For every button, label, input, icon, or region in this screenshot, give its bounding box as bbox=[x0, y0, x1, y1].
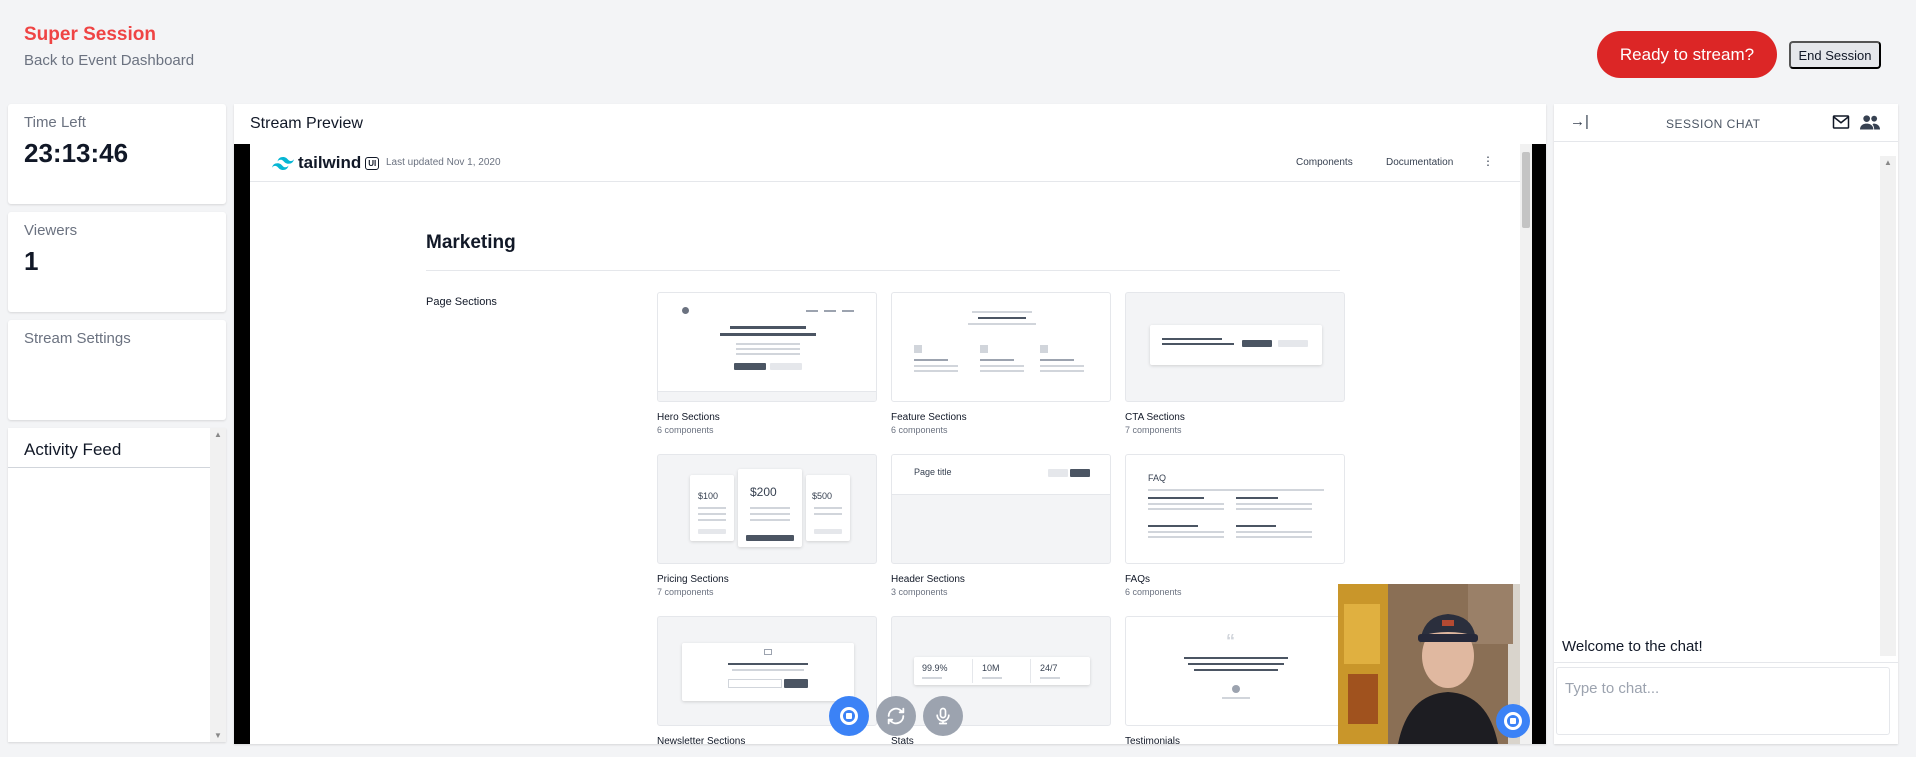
viewers-value: 1 bbox=[24, 246, 39, 276]
header-thumb: Page title bbox=[891, 454, 1111, 564]
stat-value: 10M bbox=[982, 663, 1000, 673]
header: Super Session Back to Event Dashboard Re… bbox=[0, 0, 1916, 100]
component-name: Testimonials bbox=[1125, 736, 1181, 744]
nav-link-documentation: Documentation bbox=[1386, 157, 1454, 168]
component-count: 7 components bbox=[657, 587, 714, 597]
stop-button[interactable] bbox=[829, 696, 869, 736]
component-name: FAQs bbox=[1125, 574, 1151, 585]
component-name: Newsletter Sections bbox=[657, 736, 746, 744]
mail-icon[interactable] bbox=[1832, 114, 1850, 130]
marketing-heading: Marketing bbox=[426, 232, 516, 253]
stop-icon bbox=[1504, 712, 1522, 730]
heading-divider bbox=[426, 270, 1340, 271]
activity-divider bbox=[8, 467, 210, 468]
switch-camera-button[interactable] bbox=[876, 696, 916, 736]
stat-value: 24/7 bbox=[1040, 663, 1058, 673]
webcam-stop-button[interactable] bbox=[1496, 704, 1530, 738]
header-thumb-title: Page title bbox=[914, 467, 952, 477]
pricing-label: $500 bbox=[812, 491, 833, 501]
tailwind-ui-badge: UI bbox=[365, 156, 380, 170]
stream-video: tailwind UI Last updated Nov 1, 2020 Com… bbox=[234, 144, 1546, 744]
tailwind-wave-icon bbox=[272, 156, 294, 170]
component-name: Header Sections bbox=[891, 574, 965, 585]
time-left-value: 23:13:46 bbox=[24, 138, 129, 168]
people-icon[interactable] bbox=[1860, 114, 1880, 130]
component-count: 6 components bbox=[657, 425, 714, 435]
component-card: CTA Sections 7 components bbox=[1125, 292, 1345, 435]
shared-nav: tailwind UI Last updated Nov 1, 2020 Com… bbox=[250, 144, 1520, 182]
component-card: FAQ FAQs 6 components bbox=[1125, 454, 1345, 597]
time-left-label: Time Left bbox=[24, 114, 86, 131]
component-card: Hero Sections 6 components bbox=[657, 292, 877, 435]
component-name: Feature Sections bbox=[891, 412, 967, 423]
component-count: 6 components bbox=[891, 425, 948, 435]
stream-settings-label: Stream Settings bbox=[24, 330, 131, 347]
stop-icon bbox=[840, 707, 858, 725]
component-card: “ Testimonials bbox=[1125, 616, 1345, 744]
component-name: CTA Sections bbox=[1125, 412, 1185, 423]
component-count: 3 components bbox=[891, 587, 948, 597]
chat-scrollbar[interactable]: ▲ bbox=[1880, 156, 1896, 656]
collapse-right-icon[interactable]: →| bbox=[1570, 113, 1589, 130]
webcam-image bbox=[1338, 584, 1520, 744]
more-vertical-icon: ⋮ bbox=[1482, 154, 1494, 168]
page-sections-label: Page Sections bbox=[426, 296, 497, 308]
switch-camera-icon bbox=[887, 707, 905, 725]
tailwind-brand: tailwind bbox=[298, 153, 362, 172]
feature-thumb bbox=[891, 292, 1111, 402]
microphone-icon bbox=[936, 707, 950, 725]
microphone-button[interactable] bbox=[923, 696, 963, 736]
component-count: 7 components bbox=[1125, 425, 1182, 435]
chat-title: SESSION CHAT bbox=[1666, 117, 1761, 131]
webcam-video bbox=[1338, 584, 1520, 744]
stream-preview-title: Stream Preview bbox=[250, 115, 363, 132]
session-chat-panel: →| SESSION CHAT ▲ Welcome to the chat! bbox=[1554, 104, 1898, 744]
activity-scrollbar[interactable]: ▲ ▼ bbox=[210, 428, 226, 742]
component-card: 99.9% 10M 24/7 Stats bbox=[891, 616, 1111, 744]
shared-screen: tailwind UI Last updated Nov 1, 2020 Com… bbox=[250, 144, 1520, 744]
scroll-up-icon[interactable]: ▲ bbox=[210, 430, 226, 439]
tailwind-logo: tailwind UI bbox=[272, 153, 380, 173]
component-name: Hero Sections bbox=[657, 412, 720, 423]
quote-icon: “ bbox=[1226, 631, 1235, 651]
component-card: $100 $200 $500 Pricing Sections 7 compon… bbox=[657, 454, 877, 597]
chat-input-area bbox=[1554, 662, 1898, 744]
component-name: Pricing Sections bbox=[657, 574, 729, 585]
back-to-dashboard-link[interactable]: Back to Event Dashboard bbox=[24, 52, 194, 69]
viewers-label: Viewers bbox=[24, 222, 78, 239]
hero-thumb bbox=[657, 292, 877, 402]
component-card: Feature Sections 6 components bbox=[891, 292, 1111, 435]
cta-thumb bbox=[1125, 292, 1345, 402]
nav-link-components: Components bbox=[1296, 157, 1353, 168]
stat-value: 99.9% bbox=[922, 663, 948, 673]
activity-feed: Activity Feed ▲ ▼ bbox=[8, 428, 226, 742]
pricing-thumb: $100 $200 $500 bbox=[657, 454, 877, 564]
session-title: Super Session bbox=[24, 24, 156, 45]
chat-welcome-message: Welcome to the chat! bbox=[1562, 638, 1703, 655]
end-session-button[interactable]: End Session bbox=[1789, 41, 1881, 69]
component-name: Stats bbox=[891, 736, 914, 744]
component-count: 6 components bbox=[1125, 587, 1182, 597]
chat-input[interactable] bbox=[1556, 667, 1890, 735]
shared-screen-scrollbar bbox=[1520, 144, 1532, 744]
time-left-card: Time Left 23:13:46 bbox=[8, 104, 226, 204]
stream-settings-card[interactable]: Stream Settings bbox=[8, 320, 226, 420]
faq-thumb-title: FAQ bbox=[1148, 473, 1167, 483]
pricing-label: $100 bbox=[698, 491, 719, 501]
pricing-label: $200 bbox=[750, 485, 777, 499]
chat-header: →| SESSION CHAT bbox=[1554, 104, 1898, 142]
scroll-up-icon[interactable]: ▲ bbox=[1880, 158, 1896, 167]
testimonials-thumb: “ bbox=[1125, 616, 1345, 726]
scroll-down-icon[interactable]: ▼ bbox=[210, 731, 226, 740]
viewers-card: Viewers 1 bbox=[8, 212, 226, 312]
stream-preview-panel: Stream Preview tailwind UI Last updated … bbox=[234, 104, 1546, 744]
activity-feed-title: Activity Feed bbox=[24, 440, 122, 459]
component-card: Page title Header Sections 3 components bbox=[891, 454, 1111, 597]
ready-to-stream-button[interactable]: Ready to stream? bbox=[1597, 31, 1777, 78]
last-updated: Last updated Nov 1, 2020 bbox=[386, 157, 501, 168]
faq-thumb: FAQ bbox=[1125, 454, 1345, 564]
